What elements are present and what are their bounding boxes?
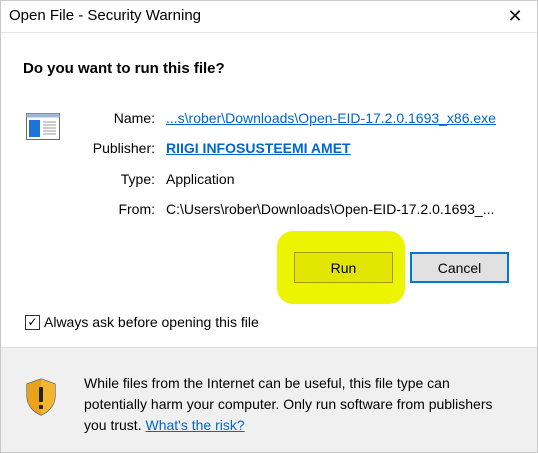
file-name-link[interactable]: ...s\rober\Downloads\Open-EID-17.2.0.169… [166,110,496,126]
checkmark-icon: ✓ [27,315,38,329]
type-value: Application [166,171,235,187]
publisher-label: Publisher: [92,140,155,156]
cancel-button[interactable]: Cancel [410,252,509,283]
security-shield-icon [26,378,56,416]
security-warning-dialog: Open File - Security Warning ✕ Do you wa… [0,0,538,453]
close-button[interactable]: ✕ [493,0,537,32]
name-label: Name: [113,110,155,126]
from-label: From: [118,201,155,217]
type-label: Type: [120,171,155,187]
always-ask-label[interactable]: Always ask before opening this file [44,314,259,330]
dialog-heading: Do you want to run this file? [23,60,225,77]
always-ask-checkbox[interactable]: ✓ [25,315,40,330]
cancel-button-label: Cancel [437,259,482,276]
run-button-label: Run [330,259,357,276]
window-title: Open File - Security Warning [9,7,202,24]
warning-text-block: While files from the Internet can be use… [84,373,514,436]
run-button[interactable]: Run [294,252,393,283]
from-value: C:\Users\rober\Downloads\Open-EID-17.2.0… [166,201,495,217]
publisher-link[interactable]: RIIGI INFOSUSTEEMI AMET [166,140,351,156]
close-icon: ✕ [507,5,523,26]
whats-the-risk-link[interactable]: What's the risk? [145,417,244,433]
title-bar: Open File - Security Warning ✕ [0,0,537,33]
